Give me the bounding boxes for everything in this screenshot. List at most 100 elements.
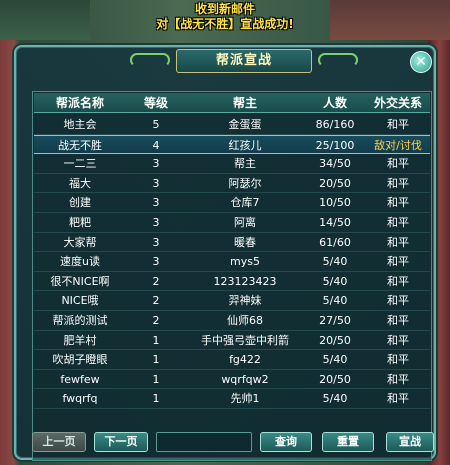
- cell-level: 2: [152, 274, 160, 288]
- cell-leader: 阿离: [234, 215, 256, 229]
- cell-level: 3: [152, 235, 160, 249]
- cell-level: 5: [152, 118, 160, 131]
- cell-members: 10/50: [319, 196, 351, 210]
- cell-level: 1: [152, 392, 160, 406]
- cell-members: 34/50: [319, 157, 351, 171]
- header-leader: 帮主: [232, 96, 257, 110]
- table-row[interactable]: 福大 3 阿瑟尔 20/50 和平: [34, 174, 430, 194]
- cell-level: 3: [152, 176, 160, 190]
- cell-members: 5/40: [322, 294, 348, 308]
- header-level: 等级: [143, 96, 168, 110]
- cell-relation: 和平: [387, 176, 409, 190]
- cell-level: 4: [152, 138, 160, 152]
- cell-guild-name: 肥羊村: [63, 333, 97, 347]
- cell-members: 5/40: [322, 274, 348, 288]
- cell-members: 25/100: [315, 138, 355, 152]
- cell-level: 3: [152, 157, 160, 171]
- header-guild-name: 帮派名称: [55, 96, 104, 110]
- system-notice: 收到新邮件 对【战无不胜】宣战成功!: [0, 2, 450, 32]
- cell-members: 5/40: [322, 255, 348, 269]
- cell-relation: 和平: [387, 333, 409, 347]
- declare-war-button[interactable]: 宣战: [386, 432, 434, 452]
- cell-level: 1: [152, 372, 160, 386]
- cell-guild-name: 很不NICE啊: [50, 274, 110, 288]
- cell-members: 20/50: [319, 372, 351, 386]
- cell-guild-name: fwqrfq: [62, 392, 98, 406]
- table-row[interactable]: 速度u读 3 mys5 5/40 和平: [34, 252, 430, 272]
- cell-guild-name: fewfew: [60, 372, 100, 386]
- cell-level: 1: [152, 333, 160, 347]
- cell-level: 2: [152, 313, 160, 327]
- table-row[interactable]: fewfew 1 wqrfqw2 20/50 和平: [34, 370, 430, 390]
- cell-guild-name: 帮派的测试: [52, 313, 108, 327]
- cell-relation: 和平: [387, 372, 409, 386]
- reset-button[interactable]: 重置: [322, 432, 374, 452]
- prev-page-button[interactable]: 上一页: [32, 432, 86, 452]
- cell-leader: mys5: [230, 255, 260, 269]
- header-relation: 外交关系: [373, 96, 422, 110]
- notice-mail: 收到新邮件: [194, 2, 255, 16]
- cell-relation: 和平: [387, 255, 409, 269]
- cell-guild-name: NICE哦: [61, 294, 99, 308]
- cell-leader: 仙师68: [227, 313, 263, 327]
- cell-leader: 手中强弓壶中利箭: [201, 333, 289, 347]
- cell-leader: 金蛋蛋: [228, 118, 262, 131]
- cell-guild-name: 粑粑: [69, 215, 91, 229]
- panel-title: 帮派宣战: [176, 49, 312, 73]
- cell-leader: wqrfqw2: [221, 372, 269, 386]
- cell-relation: 和平: [387, 294, 409, 308]
- table-row[interactable]: 粑粑 3 阿离 14/50 和平: [34, 213, 430, 233]
- cell-relation: 和平: [387, 235, 409, 249]
- cell-guild-name: 创建: [69, 196, 91, 210]
- title-ornament-left-icon: [130, 53, 170, 67]
- guild-table-header: 帮派名称 等级 帮主 人数 外交关系: [34, 93, 430, 113]
- table-row[interactable]: 一二三 3 帮主 34/50 和平: [34, 154, 430, 174]
- table-row[interactable]: fwqrfq 1 先帅1 5/40 和平: [34, 389, 430, 409]
- table-row-selected[interactable]: 战无不胜 4 红孩儿 25/100 敌对/讨伐: [34, 134, 430, 155]
- cell-members: 20/50: [319, 333, 351, 347]
- table-row[interactable]: 大家帮 3 暖春 61/60 和平: [34, 233, 430, 253]
- table-row[interactable]: 帮派的测试 2 仙师68 27/50 和平: [34, 311, 430, 331]
- cell-leader: 暖春: [234, 235, 256, 249]
- cell-level: 1: [152, 353, 160, 367]
- cell-leader: 红孩儿: [228, 138, 262, 152]
- cell-relation: 和平: [387, 274, 409, 288]
- cell-guild-name: 大家帮: [63, 235, 97, 249]
- cell-relation: 和平: [387, 353, 409, 367]
- close-icon[interactable]: ✕: [410, 51, 432, 73]
- table-row[interactable]: 很不NICE啊 2 123123423 5/40 和平: [34, 272, 430, 292]
- notice-war-success: 对【战无不胜】宣战成功!: [156, 17, 294, 31]
- cell-members: 5/40: [322, 392, 348, 406]
- cell-leader: 羿神妹: [228, 294, 262, 308]
- query-button[interactable]: 查询: [260, 432, 312, 452]
- cell-members: 61/60: [319, 235, 351, 249]
- cell-relation: 和平: [387, 313, 409, 327]
- cell-relation: 和平: [387, 157, 409, 171]
- cell-members: 20/50: [319, 176, 351, 190]
- cell-members: 5/40: [322, 353, 348, 367]
- next-page-button[interactable]: 下一页: [94, 432, 148, 452]
- cell-level: 2: [152, 294, 160, 308]
- cell-members: 27/50: [319, 313, 351, 327]
- cell-leader: 先帅1: [230, 392, 260, 406]
- cell-leader: fg422: [229, 353, 261, 367]
- table-row[interactable]: 吹胡子瞪眼 1 fg422 5/40 和平: [34, 350, 430, 370]
- cell-leader: 仓库7: [230, 196, 260, 210]
- table-row[interactable]: 创建 3 仓库7 10/50 和平: [34, 193, 430, 213]
- cell-guild-name: 一二三: [63, 157, 97, 171]
- cell-guild-name: 战无不胜: [58, 138, 102, 152]
- search-input[interactable]: [156, 432, 252, 452]
- header-members: 人数: [322, 96, 347, 110]
- cell-guild-name: 吹胡子瞪眼: [52, 353, 108, 367]
- cell-relation: 和平: [387, 196, 409, 210]
- cell-relation: 和平: [387, 215, 409, 229]
- guild-war-panel: 帮派宣战 ✕ 帮派名称 等级 帮主 人数 外交关系 地主会 5 金蛋蛋 86/1…: [14, 45, 436, 461]
- table-row[interactable]: 肥羊村 1 手中强弓壶中利箭 20/50 和平: [34, 331, 430, 351]
- cell-guild-name: 福大: [69, 176, 91, 190]
- table-row[interactable]: NICE哦 2 羿神妹 5/40 和平: [34, 291, 430, 311]
- cell-level: 3: [152, 196, 160, 210]
- cell-level: 3: [152, 255, 160, 269]
- guild-table-body: 地主会 5 金蛋蛋 86/160 和平 战无不胜 4 红孩儿 25/100 敌对…: [34, 115, 430, 409]
- table-row[interactable]: 地主会 5 金蛋蛋 86/160 和平: [34, 115, 430, 135]
- cell-relation: 敌对/讨伐: [374, 138, 422, 152]
